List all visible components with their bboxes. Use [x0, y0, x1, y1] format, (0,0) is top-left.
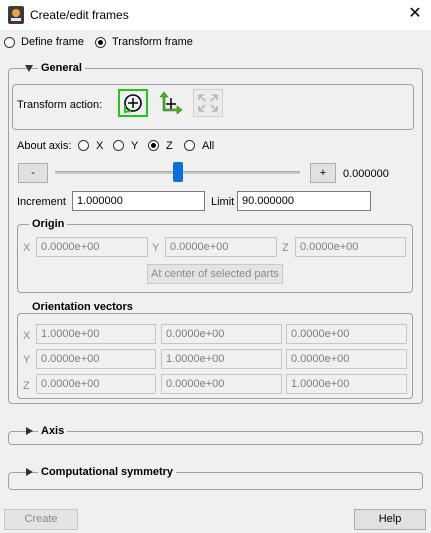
- about-axis-label: About axis:: [17, 140, 72, 152]
- orientation-field[interactable]: 1.0000e+00: [36, 324, 156, 344]
- define-frame-label[interactable]: Define frame: [21, 36, 84, 48]
- rotate-icon: [124, 94, 142, 114]
- window-title: Create/edit frames: [30, 8, 129, 22]
- help-button[interactable]: Help: [354, 509, 426, 530]
- origin-x-field[interactable]: 0.0000e+00: [36, 237, 148, 257]
- define-frame-radio[interactable]: [4, 37, 15, 48]
- axis-z-label[interactable]: Z: [166, 140, 173, 152]
- orientation-row-label: Z: [23, 380, 30, 392]
- general-section-title[interactable]: General: [38, 62, 85, 74]
- increment-field[interactable]: 1.000000: [72, 191, 205, 211]
- center-selected-parts-button[interactable]: At center of selected parts: [147, 264, 283, 284]
- axis-section-title[interactable]: Axis: [38, 425, 68, 437]
- axis-all-label[interactable]: All: [202, 140, 214, 152]
- axis-section: [8, 431, 423, 445]
- orientation-row-label: X: [23, 330, 31, 342]
- orientation-field[interactable]: 0.0000e+00: [161, 324, 282, 344]
- orientation-vectors-title: Orientation vectors: [29, 301, 136, 313]
- origin-y-field[interactable]: 0.0000e+00: [165, 237, 277, 257]
- decrement-button[interactable]: -: [18, 163, 48, 183]
- scale-action-button[interactable]: [193, 89, 223, 117]
- expand-triangle-icon[interactable]: [26, 427, 33, 435]
- orientation-field[interactable]: 1.0000e+00: [161, 349, 282, 369]
- computational-symmetry-title[interactable]: Computational symmetry: [38, 466, 177, 478]
- transform-frame-label[interactable]: Transform frame: [112, 36, 193, 48]
- create-button[interactable]: Create: [4, 509, 78, 530]
- title-bar: Create/edit frames ✕: [0, 0, 431, 30]
- increment-button[interactable]: +: [310, 163, 336, 183]
- transform-action-label: Transform action:: [17, 99, 103, 111]
- transform-frame-radio[interactable]: [95, 37, 106, 48]
- collapse-triangle-icon[interactable]: [25, 65, 33, 72]
- origin-x-label: X: [23, 242, 31, 254]
- close-icon[interactable]: ✕: [405, 4, 425, 24]
- orientation-field[interactable]: 0.0000e+00: [161, 374, 282, 394]
- origin-z-field[interactable]: 0.0000e+00: [295, 237, 406, 257]
- translate-action-button[interactable]: [155, 89, 185, 117]
- axis-all-radio[interactable]: [184, 140, 195, 151]
- axis-x-radio[interactable]: [78, 140, 89, 151]
- orientation-field[interactable]: 1.0000e+00: [286, 374, 407, 394]
- translate-icon: [159, 91, 183, 115]
- increment-label: Increment: [17, 196, 66, 208]
- limit-label: Limit: [211, 196, 235, 208]
- orientation-field[interactable]: 0.0000e+00: [286, 324, 407, 344]
- limit-field[interactable]: 90.000000: [237, 191, 371, 211]
- axis-z-radio[interactable]: [148, 140, 159, 151]
- scale-icon: [198, 94, 218, 112]
- orientation-field[interactable]: 0.0000e+00: [286, 349, 407, 369]
- orientation-field[interactable]: 0.0000e+00: [36, 349, 156, 369]
- rotate-action-button[interactable]: [118, 89, 148, 117]
- slider-value: 0.000000: [343, 168, 389, 180]
- origin-y-label: Y: [152, 242, 160, 254]
- axis-y-radio[interactable]: [113, 140, 124, 151]
- axis-x-label[interactable]: X: [96, 140, 103, 152]
- axis-y-label[interactable]: Y: [131, 140, 138, 152]
- orientation-row-label: Y: [23, 354, 31, 366]
- orientation-field[interactable]: 0.0000e+00: [36, 374, 156, 394]
- expand-triangle-icon[interactable]: [26, 468, 33, 476]
- app-icon: [8, 6, 24, 24]
- slider-handle[interactable]: [173, 162, 183, 182]
- origin-title: Origin: [29, 218, 68, 230]
- origin-z-label: Z: [282, 242, 289, 254]
